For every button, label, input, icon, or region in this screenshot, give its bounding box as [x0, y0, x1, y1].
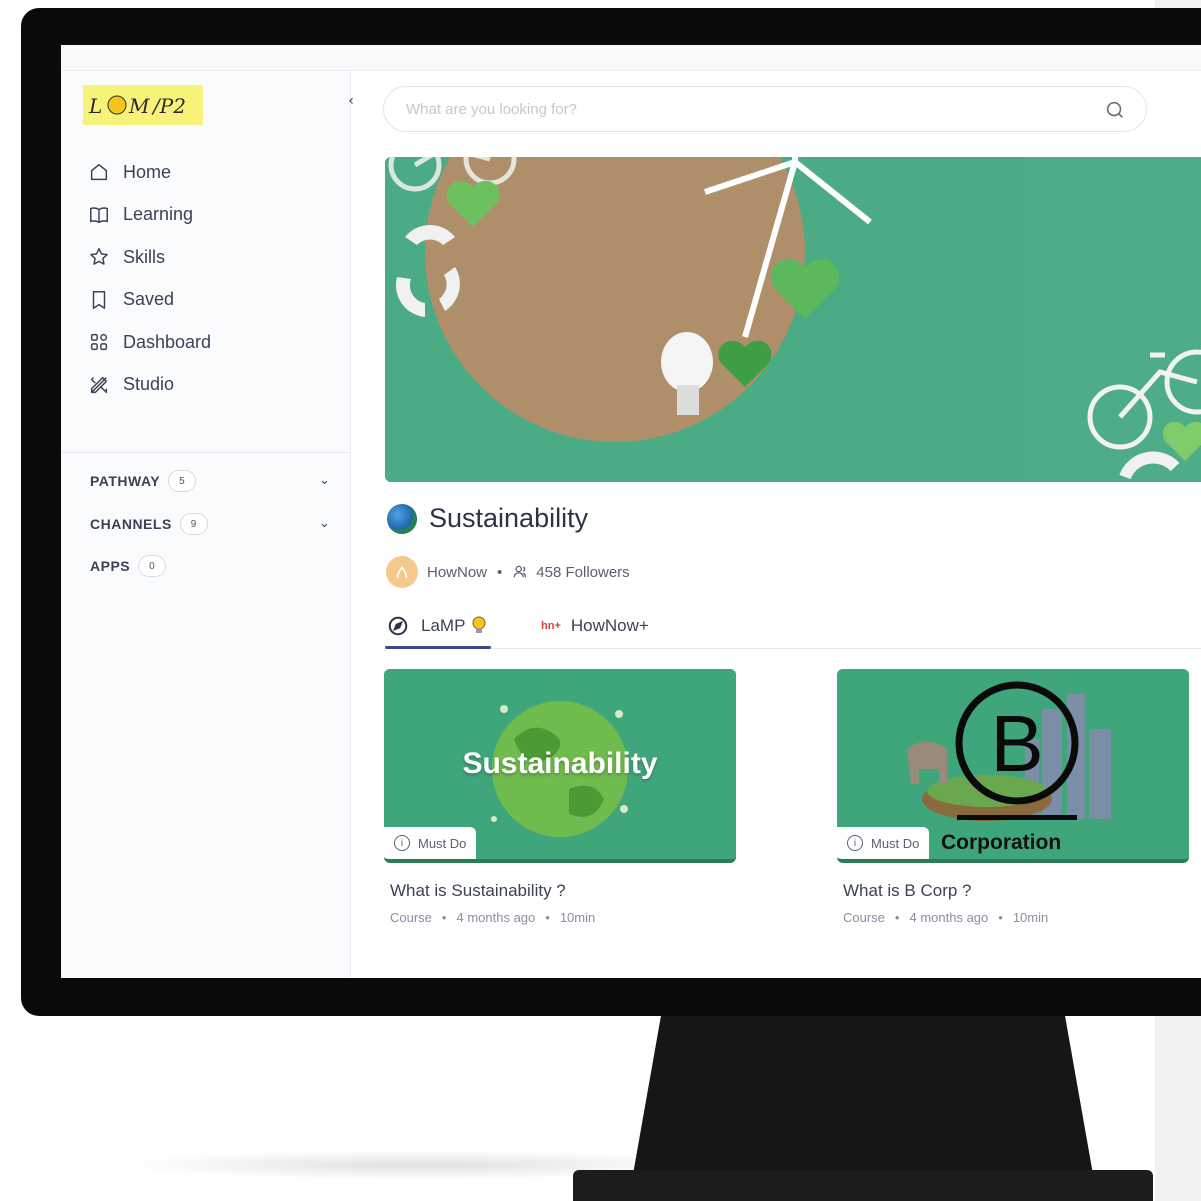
- section-label: APPS: [90, 558, 131, 574]
- sidebar-divider: [61, 452, 351, 453]
- card-meta: Course • 4 months ago • 10min: [843, 910, 1049, 925]
- card-thumbnail[interactable]: B Corporation i Must Do: [837, 669, 1189, 863]
- channel-tabs: LaMP hn+ HowNow+: [385, 603, 1201, 649]
- app-screen: L M /P2 ‹ Home Learning Skills Saved Das…: [61, 45, 1201, 978]
- sidebar-item-dashboard[interactable]: Dashboard: [87, 321, 211, 364]
- lightbulb-icon: [471, 616, 487, 636]
- sidebar-item-label: Learning: [123, 204, 194, 225]
- svg-text:/P2: /P2: [151, 94, 186, 118]
- badge-label: Must Do: [871, 835, 920, 851]
- sidebar-item-skills[interactable]: Skills: [87, 236, 211, 279]
- sidebar-section-apps[interactable]: APPS 0: [90, 555, 167, 577]
- card-title[interactable]: What is B Corp ?: [843, 881, 1189, 901]
- channel-meta: HowNow • 458 Followers: [386, 556, 630, 588]
- content-card[interactable]: Sustainability i Must Do What is Sustain…: [384, 669, 736, 925]
- sidebar-item-label: Saved: [123, 289, 175, 310]
- sidebar-item-studio[interactable]: Studio: [87, 364, 211, 407]
- card-age: 4 months ago: [909, 910, 989, 925]
- pencil-ruler-icon: [87, 373, 111, 397]
- owner-name[interactable]: HowNow: [427, 564, 487, 581]
- chevron-down-icon[interactable]: ⌄: [319, 516, 330, 531]
- svg-text:L: L: [88, 94, 102, 118]
- must-do-badge: i Must Do: [384, 827, 477, 859]
- book-icon: [87, 203, 111, 227]
- sidebar-item-saved[interactable]: Saved: [87, 279, 211, 322]
- home-icon: [87, 160, 111, 184]
- count-badge: 9: [179, 513, 208, 535]
- sidebar-section-channels[interactable]: CHANNELS 9: [90, 513, 208, 535]
- sidebar-item-label: Skills: [123, 246, 166, 267]
- card-duration: 10min: [559, 910, 596, 925]
- card-thumbnail[interactable]: Sustainability i Must Do: [384, 669, 736, 863]
- sidebar-section-pathway[interactable]: PATHWAY 5: [90, 470, 197, 492]
- card-title[interactable]: What is Sustainability ?: [390, 881, 736, 901]
- sidebar-item-label: Studio: [123, 374, 175, 395]
- bookmark-icon: [87, 288, 111, 312]
- info-icon: i: [394, 835, 410, 851]
- sidebar-item-home[interactable]: Home: [87, 151, 211, 194]
- must-do-badge: i Must Do: [837, 827, 930, 859]
- product-mockup: L M /P2 ‹ Home Learning Skills Saved Das…: [0, 0, 1201, 1201]
- sidebar-nav: Home Learning Skills Saved Dashboard Stu…: [87, 151, 211, 406]
- sidebar-item-learning[interactable]: Learning: [87, 194, 211, 237]
- info-icon: i: [847, 835, 863, 851]
- card-age: 4 months ago: [456, 910, 536, 925]
- window-top-bar: [61, 45, 1201, 71]
- globe-icon: [387, 503, 417, 534]
- tab-hownow-plus[interactable]: hn+ HowNow+: [541, 603, 649, 649]
- brand-logo[interactable]: L M /P2: [83, 85, 203, 125]
- card-type: Course: [843, 910, 885, 925]
- grid-icon: [87, 330, 111, 354]
- badge-label: Must Do: [418, 835, 467, 851]
- followers-count: 458 Followers: [536, 563, 630, 581]
- svg-text:M: M: [128, 94, 150, 118]
- sidebar-item-label: Home: [123, 161, 172, 182]
- count-badge: 0: [138, 555, 167, 577]
- section-label: PATHWAY: [90, 473, 161, 489]
- card-duration: 10min: [1012, 910, 1049, 925]
- users-icon: [512, 563, 530, 581]
- channel-title-row: Sustainability: [387, 503, 588, 534]
- separator-dot: •: [497, 563, 503, 581]
- monitor-stand-base: [573, 1170, 1153, 1201]
- section-label: CHANNELS: [90, 516, 172, 532]
- logo-mark-icon: L M /P2: [83, 85, 203, 125]
- search-icon[interactable]: [1104, 99, 1126, 125]
- tab-label: HowNow+: [570, 616, 649, 635]
- avatar[interactable]: [386, 556, 418, 588]
- svg-text:B: B: [990, 699, 1043, 788]
- monitor-stand-neck: [632, 1010, 1094, 1180]
- card-overlay-title: Sustainability: [462, 747, 658, 780]
- search-bar: [383, 86, 1147, 132]
- sidebar-collapse-button[interactable]: ‹: [341, 91, 361, 111]
- chevron-left-icon: ‹: [348, 93, 354, 109]
- hn-plus-badge: hn+: [541, 620, 561, 632]
- chevron-down-icon[interactable]: ⌄: [319, 473, 330, 488]
- sidebar-item-label: Dashboard: [123, 331, 212, 352]
- tab-lamp[interactable]: LaMP: [387, 603, 487, 649]
- page-title: Sustainability: [429, 503, 589, 533]
- star-icon: [87, 245, 111, 269]
- content-card[interactable]: B Corporation i Must Do What is B Corp ?…: [837, 669, 1189, 925]
- compass-icon: [387, 615, 409, 637]
- card-type: Course: [390, 910, 432, 925]
- sidebar: L M /P2 ‹ Home Learning Skills Saved Das…: [61, 71, 354, 978]
- card-overlay-title: Corporation: [941, 831, 1062, 854]
- active-tab-indicator: [385, 646, 491, 649]
- tab-label: LaMP: [421, 616, 466, 635]
- search-input[interactable]: [406, 100, 1086, 118]
- count-badge: 5: [168, 470, 197, 492]
- channel-banner: [385, 157, 1201, 482]
- banner-illustration: [385, 157, 1201, 482]
- card-meta: Course • 4 months ago • 10min: [390, 910, 596, 925]
